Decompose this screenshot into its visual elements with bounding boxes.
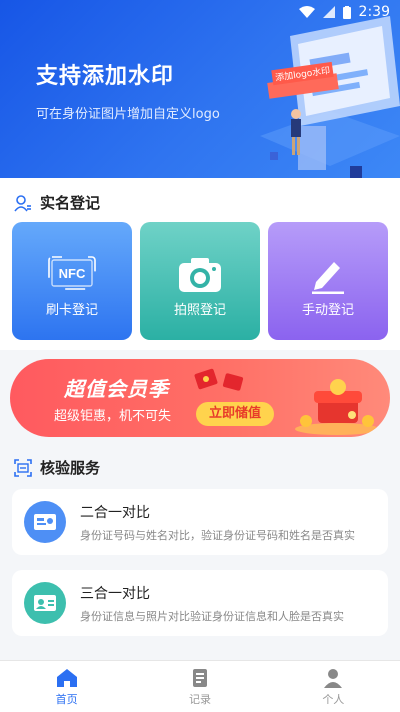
promo-title: 超值会员季 <box>64 377 169 401</box>
tile-label: 刷卡登记 <box>45 303 98 318</box>
person-icon <box>14 194 31 212</box>
watermark-illustration <box>260 16 400 178</box>
tab-label: 首页 <box>55 693 78 706</box>
tab-label: 记录 <box>188 693 211 706</box>
card-description: 身份证号码与姓名对比，验证身份证号码和姓名是否真实 <box>80 529 355 542</box>
hero-title: 支持添加水印 <box>36 64 175 89</box>
status-bar: 2:39 <box>298 4 390 20</box>
tab-label: 个人 <box>322 693 345 706</box>
id-photo-icon <box>24 582 66 624</box>
card-title: 三合一对比 <box>80 586 150 602</box>
scan-icon <box>14 458 32 477</box>
bottom-tab-bar: 首页 记录 个人 <box>0 660 400 712</box>
home-icon <box>56 669 77 687</box>
recharge-now-button[interactable]: 立即储值 <box>196 402 274 426</box>
tile-label: 手动登记 <box>301 303 354 318</box>
id-card-icon <box>24 501 66 543</box>
battery-icon <box>342 5 351 19</box>
red-envelope-icon <box>194 368 244 391</box>
photo-registration-tile[interactable]: 拍照登记 <box>140 222 260 340</box>
user-icon <box>324 669 343 688</box>
promo-subtitle: 超级钜惠，机不可失 <box>54 409 172 424</box>
tab-profile[interactable]: 个人 <box>267 661 400 712</box>
realname-heading-text: 实名登记 <box>40 194 101 212</box>
verify-heading-text: 核验服务 <box>40 459 101 477</box>
card-description: 身份证信息与照片对比验证身份证信息和人脸是否真实 <box>80 610 344 623</box>
pencil-icon <box>308 256 348 298</box>
treasure-gift-icon <box>295 379 379 435</box>
tile-label: 拍照登记 <box>173 303 226 318</box>
membership-promo-banner[interactable]: 超值会员季 超级钜惠，机不可失 立即储值 <box>10 359 390 437</box>
manual-registration-tile[interactable]: 手动登记 <box>268 222 388 340</box>
camera-icon <box>177 256 223 298</box>
nfc-icon: NFC <box>48 256 96 294</box>
hero-subtitle: 可在身份证图片增加自定义logo <box>36 107 220 122</box>
hero-banner: 2:39 支持添加水印 可在身份证图片增加自定义logo 添加logo水印 <box>0 0 400 178</box>
registration-tiles: NFC 刷卡登记 拍照登记 手动登记 <box>12 222 388 340</box>
card-title: 二合一对比 <box>80 505 150 521</box>
three-in-one-compare-card[interactable]: 三合一对比 身份证信息与照片对比验证身份证信息和人脸是否真实 <box>12 570 388 636</box>
tab-records[interactable]: 记录 <box>133 661 266 712</box>
svg-text:NFC: NFC <box>59 266 86 281</box>
tab-home[interactable]: 首页 <box>0 661 133 712</box>
signal-icon <box>322 6 335 18</box>
two-in-one-compare-card[interactable]: 二合一对比 身份证号码与姓名对比，验证身份证号码和姓名是否真实 <box>12 489 388 555</box>
realname-heading: 实名登记 <box>14 192 100 213</box>
wifi-icon <box>298 6 315 18</box>
verify-heading: 核验服务 <box>14 457 100 478</box>
status-time: 2:39 <box>358 4 390 20</box>
records-icon <box>192 669 207 687</box>
card-swipe-registration-tile[interactable]: NFC 刷卡登记 <box>12 222 132 340</box>
